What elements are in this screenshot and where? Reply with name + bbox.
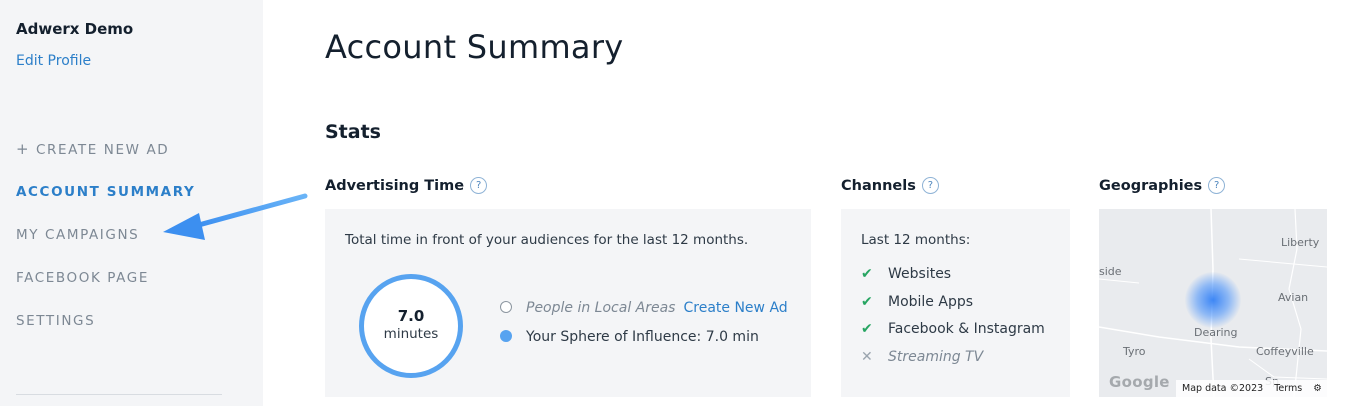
sidebar-item-label: CREATE NEW AD	[36, 142, 170, 158]
edit-profile-link[interactable]: Edit Profile	[16, 53, 91, 69]
map-label: Tyro	[1123, 345, 1146, 358]
sidebar-item-label: FACEBOOK PAGE	[16, 270, 149, 286]
map-label: Coffeyville	[1256, 345, 1314, 358]
legend-label: People in Local Areas	[526, 300, 676, 316]
sidebar-item-create-new-ad[interactable]: + CREATE NEW AD	[16, 138, 195, 181]
advertising-time-title: Advertising Time?	[325, 177, 488, 194]
list-item: ✔ Facebook & Instagram	[861, 321, 1045, 349]
gear-icon[interactable]: ⚙	[1313, 383, 1322, 394]
check-icon: ✔	[861, 266, 873, 282]
sidebar-item-settings[interactable]: SETTINGS	[16, 310, 195, 353]
sidebar-item-facebook-page[interactable]: FACEBOOK PAGE	[16, 267, 195, 310]
map-label: Avian	[1278, 291, 1309, 304]
check-icon: ✔	[861, 321, 873, 337]
help-icon[interactable]: ?	[470, 177, 488, 194]
advertising-time-ring: 7.0 minutes	[359, 274, 463, 378]
stats-heading: Stats	[325, 121, 381, 143]
advertising-time-description: Total time in front of your audiences fo…	[345, 232, 749, 248]
map-heat-blob	[1185, 272, 1241, 328]
list-item: ✔ Mobile Apps	[861, 294, 1045, 322]
channels-intro: Last 12 months:	[861, 232, 971, 248]
map-label: Dearing	[1194, 326, 1238, 339]
channels-label: Channels	[841, 178, 916, 194]
legend-empty-dot-icon	[500, 301, 512, 313]
advertising-time-label: Advertising Time	[325, 178, 465, 194]
sidebar-divider	[16, 394, 222, 395]
create-new-ad-link[interactable]: Create New Ad	[683, 300, 787, 316]
channel-label: Websites	[888, 266, 952, 282]
map-label: side	[1099, 265, 1122, 278]
geographies-label: Geographies	[1099, 178, 1203, 194]
x-icon: ✕	[861, 348, 873, 365]
page-title: Account Summary	[325, 28, 624, 66]
channels-card: Last 12 months: ✔ Websites ✔ Mobile Apps ✔…	[841, 209, 1070, 397]
sidebar-item-label: MY CAMPAIGNS	[16, 227, 140, 243]
pointer-arrow-icon	[163, 193, 308, 240]
legend-sphere-of-influence: Your Sphere of Influence: 7.0 min	[500, 329, 759, 345]
help-icon[interactable]: ?	[921, 177, 939, 194]
check-icon: ✔	[861, 293, 873, 310]
channels-title: Channels?	[841, 177, 939, 194]
legend-filled-dot-icon	[500, 330, 512, 342]
help-icon[interactable]: ?	[1208, 177, 1226, 194]
sidebar-item-label: SETTINGS	[16, 313, 96, 329]
map-data-text: Map data ©2023	[1182, 383, 1264, 394]
channel-label: Streaming TV	[888, 348, 984, 365]
geographies-title: Geographies?	[1099, 177, 1226, 194]
ring-unit: minutes	[383, 326, 439, 342]
legend-local-areas: People in Local Areas Create New Ad	[500, 300, 788, 316]
map-attribution: Map data ©2023 Terms ⚙	[1176, 380, 1327, 397]
list-item: ✕ Streaming TV	[861, 349, 1045, 377]
google-logo-icon: Google	[1109, 373, 1170, 391]
legend-label: Your Sphere of Influence: 7.0 min	[526, 329, 759, 345]
channels-list: ✔ Websites ✔ Mobile Apps ✔ Facebook & Insta…	[861, 266, 1045, 376]
map-label: Liberty	[1281, 236, 1320, 249]
list-item: ✔ Websites	[861, 266, 1045, 294]
channel-label: Facebook & Instagram	[888, 321, 1045, 337]
map-terms-link[interactable]: Terms	[1274, 383, 1302, 394]
channel-label: Mobile Apps	[888, 293, 974, 310]
plus-icon: +	[16, 140, 31, 158]
ring-value: 7.0	[397, 307, 425, 325]
advertising-time-card: Total time in front of your audiences fo…	[325, 209, 811, 397]
profile-name: Adwerx Demo	[16, 20, 134, 38]
